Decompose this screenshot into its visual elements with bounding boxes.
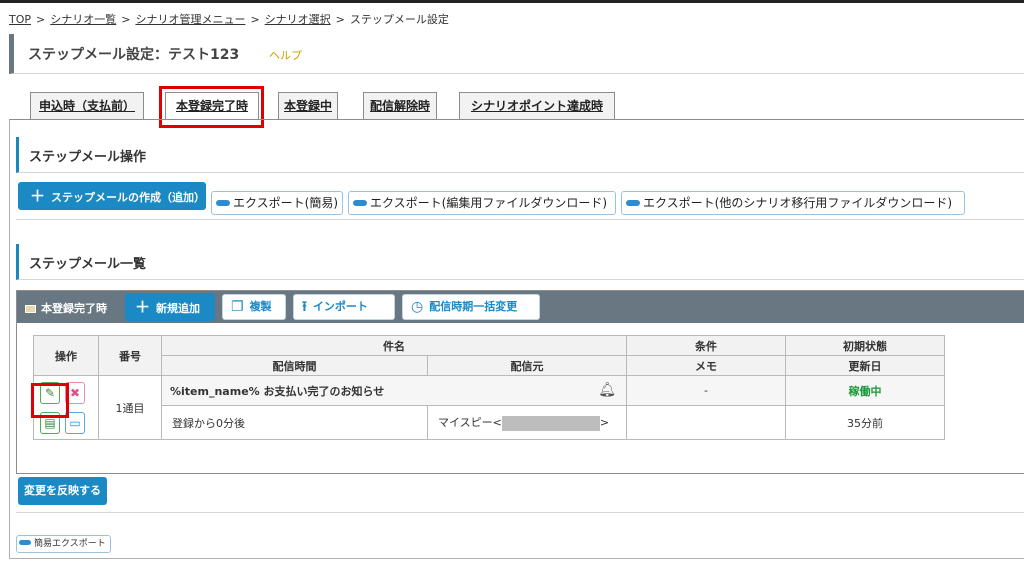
divider xyxy=(16,219,1024,220)
header-init-state: 初期状態 xyxy=(785,335,945,356)
schedule-bulk-change-button[interactable]: ◷ 配信時期一括変更 xyxy=(402,294,540,320)
breadcrumb-current: ステップメール設定 xyxy=(349,13,449,26)
arrow-right-icon xyxy=(626,199,640,206)
tab-registered[interactable]: 本登録中 xyxy=(278,92,338,119)
help-link[interactable]: ヘルプ xyxy=(269,47,302,63)
row-memo xyxy=(626,405,786,440)
header-num: 番号 xyxy=(98,335,162,376)
export-migrate-label: エクスポート(他のシナリオ移行用ファイルダウンロード) xyxy=(643,196,953,210)
operations-heading: ステップメール操作 xyxy=(16,137,1024,173)
mail-icon xyxy=(25,305,36,313)
header-subject: 件名 xyxy=(161,335,627,356)
edit-button-highlight xyxy=(31,383,69,418)
header-send-time: 配信時間 xyxy=(161,355,428,376)
table-row: 登録から0分後 マイスピー< > 35分前 xyxy=(34,405,945,440)
row-sender: マイスピー< > xyxy=(427,405,627,440)
arrow-right-icon xyxy=(353,199,367,206)
row-sender-prefix: マイスピー< xyxy=(438,416,502,430)
tab-unsubscribe[interactable]: 配信解除時 xyxy=(363,92,437,119)
row-subject[interactable]: %item_name% お支払い完了のお知らせ 🔔︎ xyxy=(161,375,627,406)
upload-icon: ⭱ xyxy=(302,299,307,315)
document-icon: ▤ xyxy=(44,416,56,430)
row-cond: - xyxy=(626,375,786,406)
tab-before-payment[interactable]: 申込時（支払前） xyxy=(30,92,144,119)
step-mail-list: 本登録完了時 ＋ 新規追加 ❐ 複製 ⭱ インポート ◷ 配信時期一括変更 操作 番号 … xyxy=(16,290,1024,474)
bell-icon: 🔔︎ xyxy=(598,382,616,398)
plus-icon: ＋ xyxy=(135,298,151,316)
divider xyxy=(16,512,1024,513)
row-state: 稼働中 xyxy=(785,375,945,406)
copy-icon: ❐ xyxy=(231,299,244,315)
arrow-right-icon xyxy=(19,540,31,545)
row-subject-text: %item_name% お支払い完了のお知らせ xyxy=(170,384,385,398)
row-send-time: 登録から0分後 xyxy=(161,405,428,440)
header-memo: メモ xyxy=(626,355,786,376)
breadcrumb-scenario-select[interactable]: シナリオ選択 xyxy=(265,13,331,26)
list-heading-text: ステップメール一覧 xyxy=(29,257,147,272)
export-migrate-button[interactable]: エクスポート(他のシナリオ移行用ファイルダウンロード) xyxy=(621,191,965,215)
header-updated: 更新日 xyxy=(785,355,945,376)
clock-icon: ◷ xyxy=(411,299,424,315)
copy-label: 複製 xyxy=(249,300,272,313)
header-op: 操作 xyxy=(33,335,99,376)
table-row: ✎ ✖ ▤ ▭ 1通目 %item_name% お支払い完了のお知らせ 🔔︎ -… xyxy=(33,375,945,440)
operations-heading-text: ステップメール操作 xyxy=(29,150,147,165)
redacted-block xyxy=(501,415,600,431)
plus-icon: ＋ xyxy=(30,187,46,205)
new-add-button[interactable]: ＋ 新規追加 xyxy=(125,293,215,321)
header-sender: 配信元 xyxy=(427,355,627,376)
list-bar-title: 本登録完了時 xyxy=(25,300,107,316)
breadcrumb-scenario-list[interactable]: シナリオ一覧 xyxy=(50,13,116,26)
export-edit-label: エクスポート(編集用ファイルダウンロード) xyxy=(370,196,608,210)
step-mail-table: 操作 番号 件名 条件 初期状態 配信時間 配信元 メモ 更新日 ✎ ✖ ▤ ▭… xyxy=(33,335,945,440)
export-simple-label: エクスポート(簡易) xyxy=(233,196,339,210)
page-title: ステップメール設定：テスト123 xyxy=(28,47,240,63)
breadcrumb-scenario-menu[interactable]: シナリオ管理メニュー xyxy=(135,13,245,26)
export-edit-button[interactable]: エクスポート(編集用ファイルダウンロード) xyxy=(348,191,616,215)
create-step-mail-label: ステップメールの作成（追加） xyxy=(51,191,206,204)
import-label: インポート xyxy=(312,300,368,313)
new-add-label: 新規追加 xyxy=(156,302,201,315)
tab-scenario-point[interactable]: シナリオポイント達成時 xyxy=(459,92,615,119)
list-heading: ステップメール一覧 xyxy=(16,244,1024,280)
list-toolbar: 本登録完了時 ＋ 新規追加 ❐ 複製 ⭱ インポート ◷ 配信時期一括変更 xyxy=(17,291,1024,323)
row-num: 1通目 xyxy=(98,375,162,440)
apply-changes-button[interactable]: 変更を反映する xyxy=(18,477,107,505)
row-updated: 35分前 xyxy=(785,405,945,440)
create-step-mail-button[interactable]: ＋ ステップメールの作成（追加） xyxy=(18,182,206,210)
monitor-icon: ▭ xyxy=(69,416,81,430)
schedule-bulk-change-label: 配信時期一括変更 xyxy=(429,300,518,313)
simple-export-button[interactable]: 簡易エクスポート xyxy=(16,535,111,553)
breadcrumb-top[interactable]: TOP xyxy=(9,13,31,26)
breadcrumb: TOP > シナリオ一覧 > シナリオ管理メニュー > シナリオ選択 > ステップメール設定 xyxy=(9,13,449,26)
header-cond: 条件 xyxy=(626,335,786,356)
top-border xyxy=(0,0,1024,3)
row-sender-suffix: > xyxy=(599,416,610,430)
simple-export-label: 簡易エクスポート xyxy=(34,539,106,549)
copy-button[interactable]: ❐ 複製 xyxy=(222,294,286,320)
page-header: ステップメール設定：テスト123 ヘルプ xyxy=(9,34,1024,74)
import-button[interactable]: ⭱ インポート xyxy=(293,294,395,320)
list-bar-label: 本登録完了時 xyxy=(41,302,107,315)
arrow-right-icon xyxy=(216,199,230,206)
export-simple-button[interactable]: エクスポート(簡易) xyxy=(211,191,343,215)
close-icon: ✖ xyxy=(69,386,81,400)
